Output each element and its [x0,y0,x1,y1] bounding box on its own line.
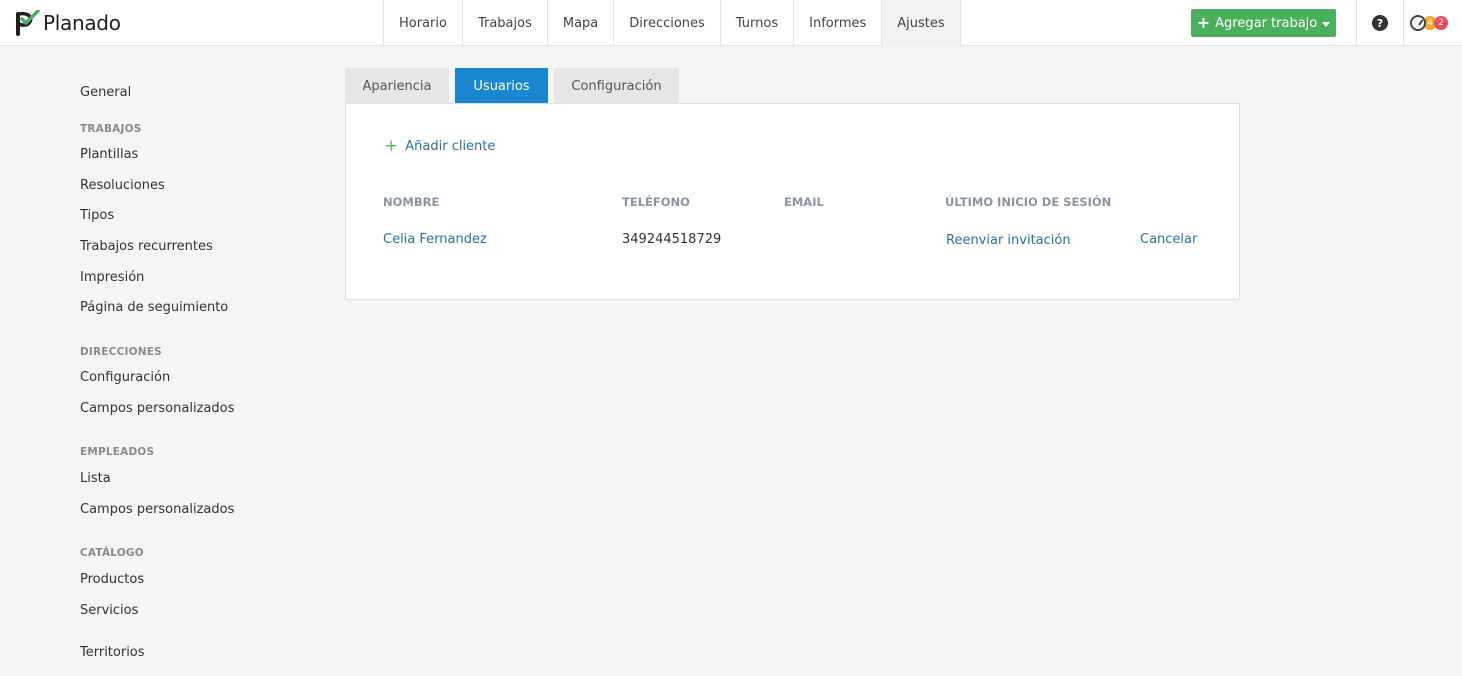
sidebar-item-territorios[interactable]: Territorios [80,645,145,660]
nav-informes[interactable]: Informes [794,0,883,46]
column-header-ultimo-inicio: ÚLTIMO INICIO DE SESIÓN [945,195,1112,209]
column-header-nombre: NOMBRE [383,195,440,209]
help-icon[interactable]: ? [1372,15,1388,31]
plus-icon: + [1196,13,1211,32]
sidebar-item-servicios[interactable]: Servicios [80,603,138,618]
top-bar: Planado Horario Trabajos Mapa Direccione… [0,0,1462,46]
sidebar-item-lista[interactable]: Lista [80,471,111,486]
notification-badge-red: 2 [1434,16,1448,30]
cancel-invitation-link[interactable]: Cancelar [1140,232,1197,247]
plus-icon: + [384,136,399,156]
main-nav: Horario Trabajos Mapa Direcciones Turnos… [383,0,961,46]
sidebar-heading-catalogo: CATÁLOGO [80,547,144,559]
resend-invitation-link[interactable]: Reenviar invitación [946,233,1071,248]
add-client-button[interactable]: + Añadir cliente [384,138,495,155]
tab-apariencia[interactable]: Apariencia [345,68,449,104]
user-phone: 349244518729 [622,232,722,247]
notifications-button[interactable]: 4 2 [1410,14,1448,32]
divider [1356,0,1357,46]
add-client-label: Añadir cliente [405,139,496,154]
nav-direcciones[interactable]: Direcciones [614,0,721,46]
column-header-telefono: TELÉFONO [622,195,690,209]
nav-ajustes[interactable]: Ajustes [882,0,961,46]
sidebar-item-tipos[interactable]: Tipos [80,208,114,223]
add-job-button[interactable]: + Agregar trabajo [1191,9,1336,37]
tab-configuracion[interactable]: Configuración [554,68,679,104]
tab-usuarios[interactable]: Usuarios [455,68,548,104]
column-header-email: EMAIL [784,195,824,209]
sidebar-item-impresion[interactable]: Impresión [80,270,144,285]
user-name-link[interactable]: Celia Fernandez [383,232,487,247]
sidebar-heading-trabajos: TRABAJOS [80,123,142,135]
sidebar-item-plantillas[interactable]: Plantillas [80,147,138,162]
add-job-label: Agregar trabajo [1215,15,1318,31]
sidebar-item-general[interactable]: General [80,85,131,100]
logo[interactable]: Planado [16,9,121,37]
sidebar-item-direcciones-configuracion[interactable]: Configuración [80,370,170,385]
users-panel: + Añadir cliente NOMBRE TELÉFONO EMAIL Ú… [345,103,1240,300]
sidebar-heading-direcciones: DIRECCIONES [80,346,162,358]
sidebar-item-trabajos-recurrentes[interactable]: Trabajos recurrentes [80,239,213,254]
sidebar-item-resoluciones[interactable]: Resoluciones [80,178,165,193]
sidebar-item-productos[interactable]: Productos [80,572,144,587]
sidebar-item-pagina-seguimiento[interactable]: Página de seguimiento [80,300,228,315]
sidebar-item-direcciones-campos[interactable]: Campos personalizados [80,401,234,416]
logo-text: Planado [43,11,121,35]
nav-horario[interactable]: Horario [384,0,463,46]
nav-mapa[interactable]: Mapa [548,0,615,46]
planado-logo-icon [16,10,40,36]
sidebar-item-empleados-campos[interactable]: Campos personalizados [80,502,234,517]
gauge-icon [1410,15,1426,31]
nav-trabajos[interactable]: Trabajos [463,0,548,46]
caret-down-icon [1322,21,1331,27]
sidebar-heading-empleados: EMPLEADOS [80,446,155,458]
nav-turnos[interactable]: Turnos [721,0,795,46]
divider [1403,0,1404,46]
